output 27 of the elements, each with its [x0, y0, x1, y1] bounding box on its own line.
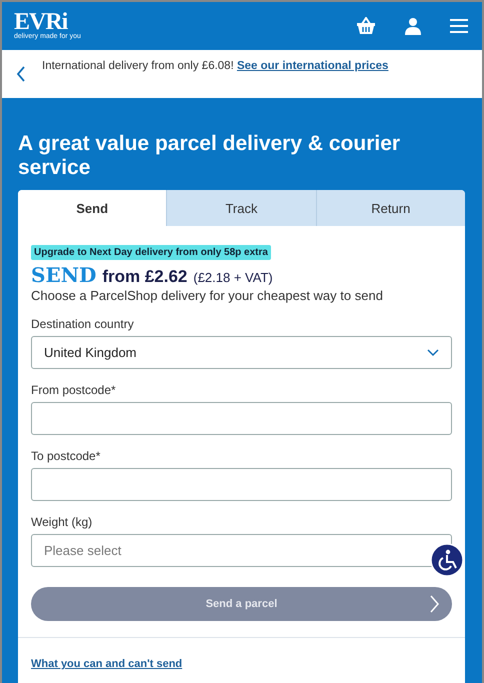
field-label: From postcode* — [31, 383, 117, 397]
intro-text: Choose a ParcelShop delivery for your cheapest way to send — [31, 288, 384, 303]
logo[interactable]: EVRi — [14, 11, 81, 33]
page-heading: A great value parcel delivery & courier service — [18, 132, 402, 180]
chevron-down-icon — [427, 348, 439, 356]
send-logo: SEND — [31, 263, 96, 287]
tab[interactable]: Track — [166, 190, 316, 226]
weight-select[interactable]: Please select — [31, 534, 452, 567]
account-icon[interactable] — [404, 17, 422, 35]
field-label: Destination country — [31, 317, 135, 331]
price-vat: (£2.18 + VAT) — [193, 270, 273, 285]
tab[interactable]: Return — [316, 190, 465, 226]
price: from £2.62 — [102, 267, 188, 287]
postcode-input[interactable] — [31, 468, 452, 501]
country-select[interactable]: United Kingdom — [31, 336, 452, 369]
basket-icon[interactable] — [356, 17, 376, 35]
chevron-left-icon[interactable] — [16, 66, 26, 82]
promo-message: International delivery from only £6.08! See our international prices — [42, 60, 388, 72]
promo-badge: Upgrade to Next Day delivery from only 58p extra — [31, 245, 271, 260]
restrictions-link[interactable]: What you can and can't send — [31, 658, 182, 670]
postcode-input[interactable] — [31, 402, 452, 435]
field-label: Weight (kg) — [31, 515, 94, 529]
accessibility-icon[interactable] — [430, 543, 464, 577]
field-label: To postcode* — [31, 449, 102, 463]
chevron-right-icon — [430, 595, 440, 613]
menu-icon[interactable] — [450, 18, 468, 34]
international-prices-link[interactable]: See our international prices — [236, 60, 388, 72]
